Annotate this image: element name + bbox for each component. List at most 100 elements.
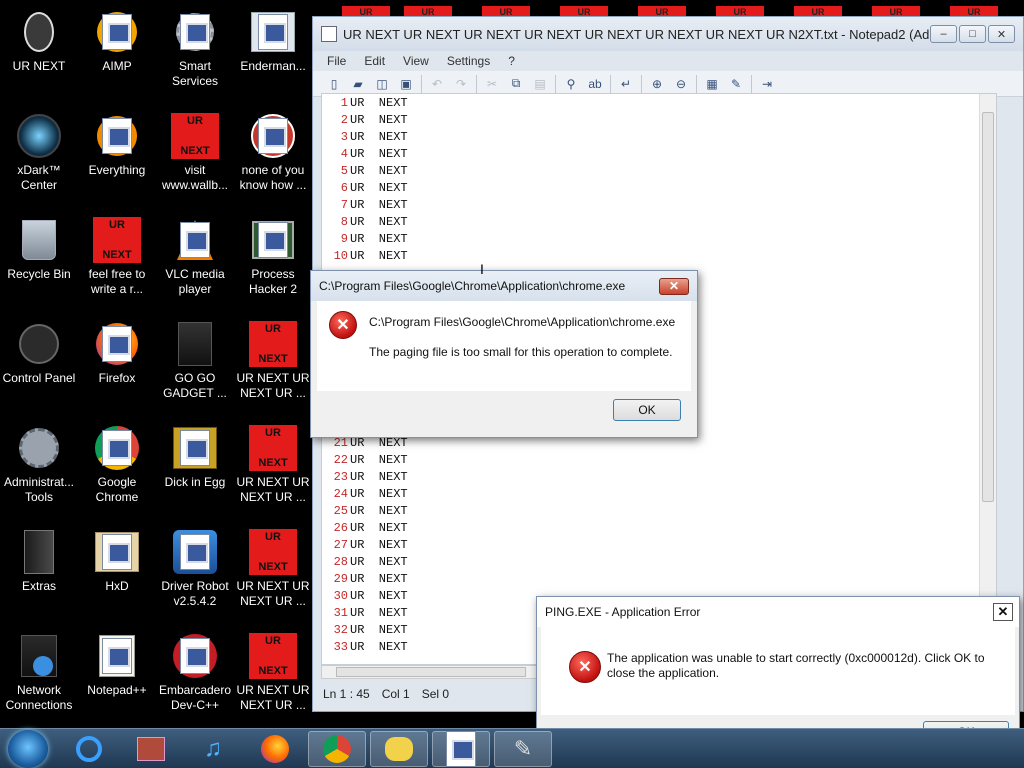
desktop-icon-none-of-you[interactable]: none of you know how ... xyxy=(234,106,312,204)
desktop-icon-ur-next[interactable]: UR NEXT xyxy=(0,2,78,100)
desktop-icon-vlc[interactable]: VLC media player xyxy=(156,210,234,308)
browse-icon[interactable]: ◫ xyxy=(373,76,391,92)
desktop-icon-recycle-bin[interactable]: Recycle Bin xyxy=(0,210,78,308)
control-panel-icon xyxy=(15,320,63,368)
toolbar-divider xyxy=(696,74,697,93)
minimize-button[interactable]: – xyxy=(930,25,957,43)
close-button[interactable]: ✕ xyxy=(988,25,1015,43)
desktop-icon-administrative-tools[interactable]: Administrat... Tools xyxy=(0,418,78,516)
close-button[interactable]: ✕ xyxy=(993,603,1013,621)
scroll-thumb[interactable] xyxy=(336,667,526,677)
ur-next-tile-icon: UR NEXT xyxy=(249,320,297,368)
desktop-icon-dick-in-egg[interactable]: Dick in Egg xyxy=(156,418,234,516)
editor-line: 31 UR NEXT xyxy=(333,606,408,620)
window-icon xyxy=(249,8,297,56)
desktop-icon-ur-next-4[interactable]: UR NEXT UR NEXT UR NEXT UR ... xyxy=(234,626,312,724)
desktop-icon-label: feel free to write a r... xyxy=(88,267,146,296)
horizontal-scrollbar[interactable] xyxy=(321,665,541,679)
desktop-icon-label: Recycle Bin xyxy=(7,267,71,281)
cut-icon[interactable]: ✂ xyxy=(483,76,501,92)
zoom-in-icon[interactable]: ⊕ xyxy=(648,76,666,92)
editor-line: 24 UR NEXT xyxy=(333,487,408,501)
taskbar-file-manager-icon[interactable] xyxy=(122,731,180,767)
desktop-icon-google-chrome[interactable]: Google Chrome xyxy=(78,418,156,516)
desktop-icon-label: VLC media player xyxy=(165,267,225,296)
menu-help[interactable]: ? xyxy=(508,54,515,68)
desktop-icon-ur-next-2[interactable]: UR NEXT UR NEXT UR NEXT UR ... xyxy=(234,418,312,516)
dialog-titlebar[interactable]: PING.EXE - Application Error ✕ xyxy=(537,597,1019,627)
desktop-icon-enderman[interactable]: Enderman... xyxy=(234,2,312,100)
editor-line: 22 UR NEXT xyxy=(333,453,408,467)
desktop-icon-ur-next-3[interactable]: UR NEXT UR NEXT UR NEXT UR ... xyxy=(234,522,312,620)
chrome-error-dialog[interactable]: C:\Program Files\Google\Chrome\Applicati… xyxy=(310,270,698,438)
text-cursor-icon: I xyxy=(480,261,484,277)
editor-line: 6 UR NEXT xyxy=(340,181,408,195)
menu-edit[interactable]: Edit xyxy=(364,54,385,68)
customize-icon[interactable]: ✎ xyxy=(727,76,745,92)
desktop-icon-embarcadero-devcpp[interactable]: Embarcadero Dev-C++ xyxy=(156,626,234,724)
desktop-icon-smart-services[interactable]: Smart Services xyxy=(156,2,234,100)
desktop-icon-network-connections[interactable]: Network Connections xyxy=(0,626,78,724)
scroll-thumb[interactable] xyxy=(982,112,994,502)
desktop-icon-feel-free[interactable]: UR NEXT feel free to write a r... xyxy=(78,210,156,308)
vertical-scrollbar[interactable] xyxy=(979,94,996,664)
dialog-titlebar[interactable]: C:\Program Files\Google\Chrome\Applicati… xyxy=(311,271,697,301)
menu-file[interactable]: File xyxy=(327,54,346,68)
menu-view[interactable]: View xyxy=(403,54,429,68)
recycle-bin-icon xyxy=(15,216,63,264)
editor-line: 4 UR NEXT xyxy=(340,147,408,161)
taskbar-internet-explorer-icon[interactable] xyxy=(60,731,118,767)
start-button[interactable] xyxy=(8,730,48,768)
exit-icon[interactable]: ⇥ xyxy=(758,76,776,92)
undo-icon[interactable]: ↶ xyxy=(428,76,446,92)
desktop-icon-xdark-center[interactable]: xDark™ Center xyxy=(0,106,78,204)
editor-line: 8 UR NEXT xyxy=(340,215,408,229)
desktop-icon-extras[interactable]: Extras xyxy=(0,522,78,620)
taskbar-firefox-icon[interactable] xyxy=(246,731,304,767)
ur-next-tile-icon: UR NEXT xyxy=(249,528,297,576)
word-wrap-icon[interactable]: ↵ xyxy=(617,76,635,92)
desktop-icon-go-go-gadget[interactable]: GO GO GADGET ... xyxy=(156,314,234,412)
desktop-icon-label: Everything xyxy=(88,163,146,177)
desktop-icon-control-panel[interactable]: Control Panel xyxy=(0,314,78,412)
desktop-icon-driver-robot[interactable]: Driver Robot v2.5.4.2 xyxy=(156,522,234,620)
close-button[interactable]: ✕ xyxy=(659,277,689,295)
status-column: Col 1 xyxy=(381,687,410,701)
zoom-out-icon[interactable]: ⊖ xyxy=(672,76,690,92)
desktop-icon-firefox[interactable]: Firefox xyxy=(78,314,156,412)
copy-icon[interactable]: ⧉ xyxy=(507,76,525,92)
redo-icon[interactable]: ↷ xyxy=(452,76,470,92)
taskbar-music-icon[interactable]: ♫ xyxy=(184,731,242,767)
desktop-icon-ur-next-1[interactable]: UR NEXT UR NEXT UR NEXT UR ... xyxy=(234,314,312,412)
desktop-icon-hxd[interactable]: HxD xyxy=(78,522,156,620)
maximize-button[interactable]: □ xyxy=(959,25,986,43)
save-icon[interactable]: ▣ xyxy=(397,76,415,92)
taskbar-editor-icon[interactable]: ✎ xyxy=(494,731,552,767)
toolbar-divider xyxy=(610,74,611,93)
desktop-icon-label: GO GO GADGET ... xyxy=(163,371,227,400)
desktop-icon-notepad-plus-plus[interactable]: Notepad++ xyxy=(78,626,156,724)
ok-button[interactable]: OK xyxy=(613,399,681,421)
taskbar-messenger-icon[interactable] xyxy=(370,731,428,767)
desktop-icon-label: AIMP xyxy=(102,59,132,73)
egg-app-icon xyxy=(171,424,219,472)
dialog-title: PING.EXE - Application Error xyxy=(545,605,701,619)
find-icon[interactable]: ⚲ xyxy=(562,76,580,92)
notepad2-titlebar[interactable]: UR NEXT UR NEXT UR NEXT UR NEXT UR NEXT … xyxy=(313,17,1023,51)
chrome-icon xyxy=(93,424,141,472)
new-file-icon[interactable]: ▯ xyxy=(325,76,343,92)
taskbar-notepad-icon[interactable] xyxy=(432,731,490,767)
desktop-icon-visit-wallb[interactable]: UR NEXT visit www.wallb... xyxy=(156,106,234,204)
scheme-icon[interactable]: ▦ xyxy=(703,76,721,92)
paste-icon[interactable]: ▤ xyxy=(531,76,549,92)
editor-line: 10 UR NEXT xyxy=(333,249,408,263)
desktop-icon-aimp[interactable]: AIMP xyxy=(78,2,156,100)
replace-icon[interactable]: ab xyxy=(586,76,604,92)
gadget-icon xyxy=(171,320,219,368)
desktop-icon-everything[interactable]: Everything xyxy=(78,106,156,204)
menu-settings[interactable]: Settings xyxy=(447,54,490,68)
open-folder-icon[interactable]: ▰ xyxy=(349,76,367,92)
taskbar-chrome-icon[interactable] xyxy=(308,731,366,767)
desktop-icon-process-hacker[interactable]: Process Hacker 2 xyxy=(234,210,312,308)
editor-line: 26 UR NEXT xyxy=(333,521,408,535)
